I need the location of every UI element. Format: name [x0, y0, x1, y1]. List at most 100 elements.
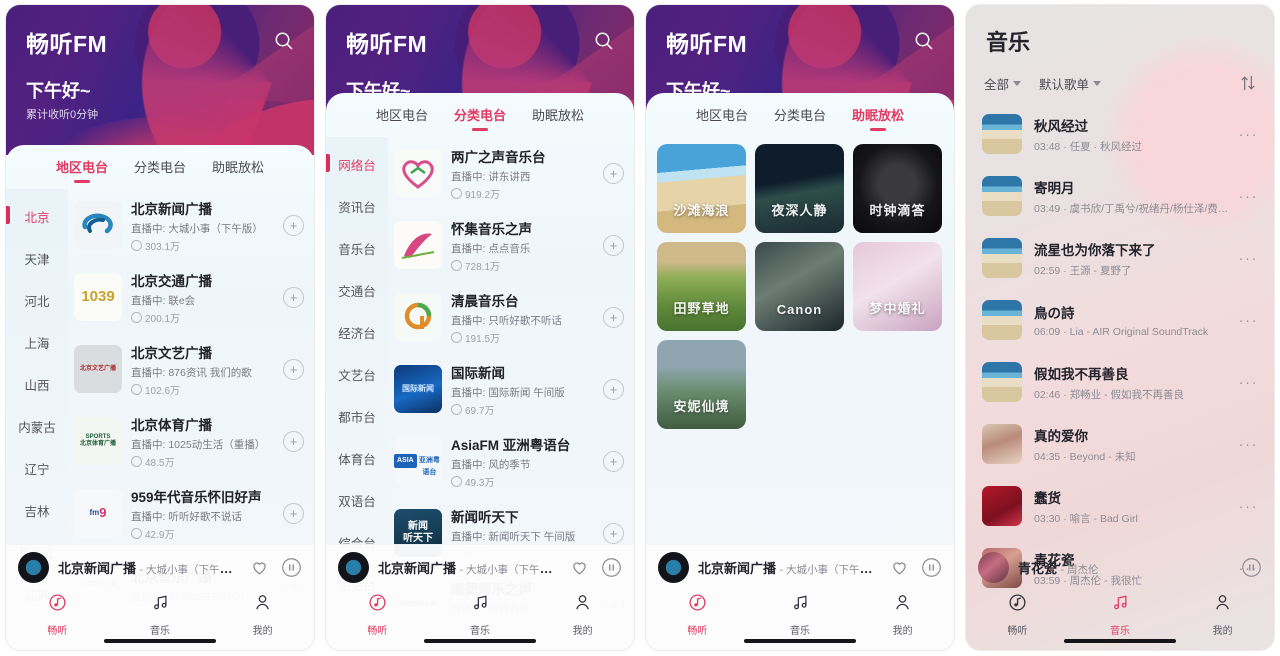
filter-playlist-dropdown[interactable]: 默认歌单 [1039, 74, 1102, 93]
sidebar-item-category[interactable]: 交通台 [326, 269, 388, 311]
nav-item-profile[interactable]: 我的 [531, 590, 634, 650]
song-more-button[interactable]: ··· [1236, 251, 1258, 266]
sidebar-item-category[interactable]: 文艺台 [326, 353, 388, 395]
add-station-button[interactable]: + [603, 162, 624, 184]
song-row[interactable]: 流星也为你落下来了 02:59 · 王源 - 夏野了 ··· [966, 227, 1274, 289]
sleep-tile[interactable]: 时钟滴答 [853, 144, 942, 233]
add-station-button[interactable]: + [603, 450, 624, 472]
sidebar-item-category[interactable]: 网络台 [326, 143, 388, 185]
sidebar-item-region[interactable]: 山西 [6, 363, 68, 405]
station-row[interactable]: 1039 北京交通广播 直播中: 联e会 200.1万 + [68, 261, 314, 333]
add-station-button[interactable]: + [283, 430, 304, 452]
sidebar-item-region[interactable]: 辽宁 [6, 447, 68, 489]
sidebar-item-category[interactable]: 都市台 [326, 395, 388, 437]
tab-category-radio[interactable]: 分类电台 [134, 157, 186, 184]
sleep-tile[interactable]: 梦中婚礼 [853, 242, 942, 331]
song-artwork [982, 486, 1022, 526]
station-row[interactable]: ASIA 亚洲粤语台 AsiaFM 亚洲粤语台 直播中: 风的季节 49.3万 + [388, 425, 634, 497]
sidebar-item-region[interactable]: 上海 [6, 321, 68, 363]
mini-player[interactable]: 北京新闻广播 - 大城小事（下午版） [326, 544, 634, 590]
pause-icon[interactable] [280, 557, 302, 579]
listeners-icon [451, 475, 462, 487]
screen-category-radio: 畅听FM 下午好~ 地区电台 分类电台 助眠放松 网络台 资讯台 音乐台 交通台… [320, 0, 640, 656]
heart-icon[interactable] [568, 557, 590, 579]
add-station-button[interactable]: + [283, 502, 304, 524]
nav-item-profile[interactable]: 我的 [1171, 590, 1274, 650]
nav-item-radio[interactable]: 畅听 [966, 590, 1069, 650]
nav-item-radio[interactable]: 畅听 [646, 590, 749, 650]
heart-icon[interactable] [888, 557, 910, 579]
song-row[interactable]: 寄明月 03:49 · 虞书欣/丁禹兮/祝绪丹/杨仕泽/费启鸣/... ··· [966, 165, 1274, 227]
search-icon[interactable] [912, 29, 936, 53]
station-row[interactable]: SPORTS 北京体育广播 北京体育广播 直播中: 1025动生活（重播） 48.… [68, 405, 314, 477]
nav-item-profile[interactable]: 我的 [851, 590, 954, 650]
nav-item-radio[interactable]: 畅听 [6, 590, 109, 650]
sidebar-item-region[interactable]: 北京 [6, 195, 68, 237]
sidebar-item-category[interactable]: 双语台 [326, 479, 388, 521]
add-station-button[interactable]: + [283, 214, 304, 236]
sidebar-item-region[interactable]: 河北 [6, 279, 68, 321]
mini-player[interactable]: 青花瓷 - 周杰伦 [966, 544, 1274, 590]
nav-item-radio[interactable]: 畅听 [326, 590, 429, 650]
sleep-tile[interactable]: 夜深人静 [755, 144, 844, 233]
sidebar-item-category[interactable]: 音乐台 [326, 227, 388, 269]
station-row[interactable]: 怀集音乐之声 直播中: 点点音乐 728.1万 + [388, 209, 634, 281]
sleep-tile[interactable]: 田野草地 [657, 242, 746, 331]
song-more-button[interactable]: ··· [1236, 437, 1258, 452]
tab-category-radio[interactable]: 分类电台 [454, 105, 506, 132]
sidebar-item-region[interactable]: 天津 [6, 237, 68, 279]
nav-item-profile[interactable]: 我的 [211, 590, 314, 650]
song-subtitle: 02:46 · 郑畅业 - 假如我不再善良 [1034, 388, 1184, 401]
song-more-button[interactable]: ··· [1236, 375, 1258, 390]
sidebar-item-region[interactable]: 吉林 [6, 489, 68, 531]
song-more-button[interactable]: ··· [1236, 313, 1258, 328]
sidebar-item-category[interactable]: 资讯台 [326, 185, 388, 227]
song-more-button[interactable]: ··· [1236, 127, 1258, 142]
heart-icon[interactable] [248, 557, 270, 579]
sidebar-item-category[interactable]: 体育台 [326, 437, 388, 479]
sleep-tile[interactable]: 安妮仙境 [657, 340, 746, 429]
station-row[interactable]: 清晨音乐台 直播中: 只听好歌不听话 191.5万 + [388, 281, 634, 353]
add-station-button[interactable]: + [283, 358, 304, 380]
search-icon[interactable] [592, 29, 616, 53]
station-row[interactable]: 北京新闻广播 直播中: 大城小事（下午版） 303.1万 + [68, 189, 314, 261]
song-row[interactable]: 真的爱你 04:35 · Beyond - 未知 ··· [966, 413, 1274, 475]
song-row[interactable]: 鳥の詩 06:09 · Lia - AIR Original SoundTrac… [966, 289, 1274, 351]
sleep-tile[interactable]: Canon [755, 242, 844, 331]
tab-region-radio[interactable]: 地区电台 [376, 105, 428, 132]
tab-region-radio[interactable]: 地区电台 [696, 105, 748, 132]
search-icon[interactable] [272, 29, 296, 53]
sidebar-item-region[interactable]: 内蒙古 [6, 405, 68, 447]
station-row[interactable]: 国际新闻 国际新闻 直播中: 国际新闻 午间版 69.7万 + [388, 353, 634, 425]
add-station-button[interactable]: + [603, 522, 624, 544]
tab-sleep-relax[interactable]: 助眠放松 [532, 105, 584, 132]
add-station-button[interactable]: + [603, 378, 624, 400]
filter-all-dropdown[interactable]: 全部 [984, 74, 1022, 93]
mini-player[interactable]: 北京新闻广播 - 大城小事（下午版） [6, 544, 314, 590]
home-indicator [424, 639, 536, 643]
add-station-button[interactable]: + [283, 286, 304, 308]
station-row[interactable]: 两广之声音乐台 直播中: 讲东讲西 919.2万 + [388, 137, 634, 209]
song-row[interactable]: 假如我不再善良 02:46 · 郑畅业 - 假如我不再善良 ··· [966, 351, 1274, 413]
sleep-tile[interactable]: 沙滩海浪 [657, 144, 746, 233]
sort-icon[interactable] [1238, 73, 1258, 93]
sidebar-item-category[interactable]: 经济台 [326, 311, 388, 353]
song-more-button[interactable]: ··· [1236, 189, 1258, 204]
mini-player[interactable]: 北京新闻广播 - 大城小事（下午版） [646, 544, 954, 590]
song-row[interactable]: 秋风经过 03:48 · 任夏 · 秋风经过 ··· [966, 103, 1274, 165]
tab-sleep-relax[interactable]: 助眠放松 [212, 157, 264, 184]
pause-icon[interactable] [920, 557, 942, 579]
station-row[interactable]: fm 9 959年代音乐怀旧好声 直播中: 听听好歌不说话 42.9万 + [68, 477, 314, 549]
pause-icon[interactable] [1240, 556, 1262, 578]
song-more-button[interactable]: ··· [1236, 499, 1258, 514]
station-row[interactable]: 北京文艺广播 北京文艺广播 直播中: 876资讯 我们的歌 102.6万 + [68, 333, 314, 405]
tab-region-radio[interactable]: 地区电台 [56, 157, 108, 184]
station-name: 清晨音乐台 [451, 293, 519, 309]
tab-category-radio[interactable]: 分类电台 [774, 105, 826, 132]
song-title: 鳥の詩 [1034, 306, 1075, 321]
tab-sleep-relax[interactable]: 助眠放松 [852, 105, 904, 132]
song-row[interactable]: 蠢货 03:30 · 喻言 - Bad Girl ··· [966, 475, 1274, 537]
add-station-button[interactable]: + [603, 306, 624, 328]
add-station-button[interactable]: + [603, 234, 624, 256]
pause-icon[interactable] [600, 557, 622, 579]
